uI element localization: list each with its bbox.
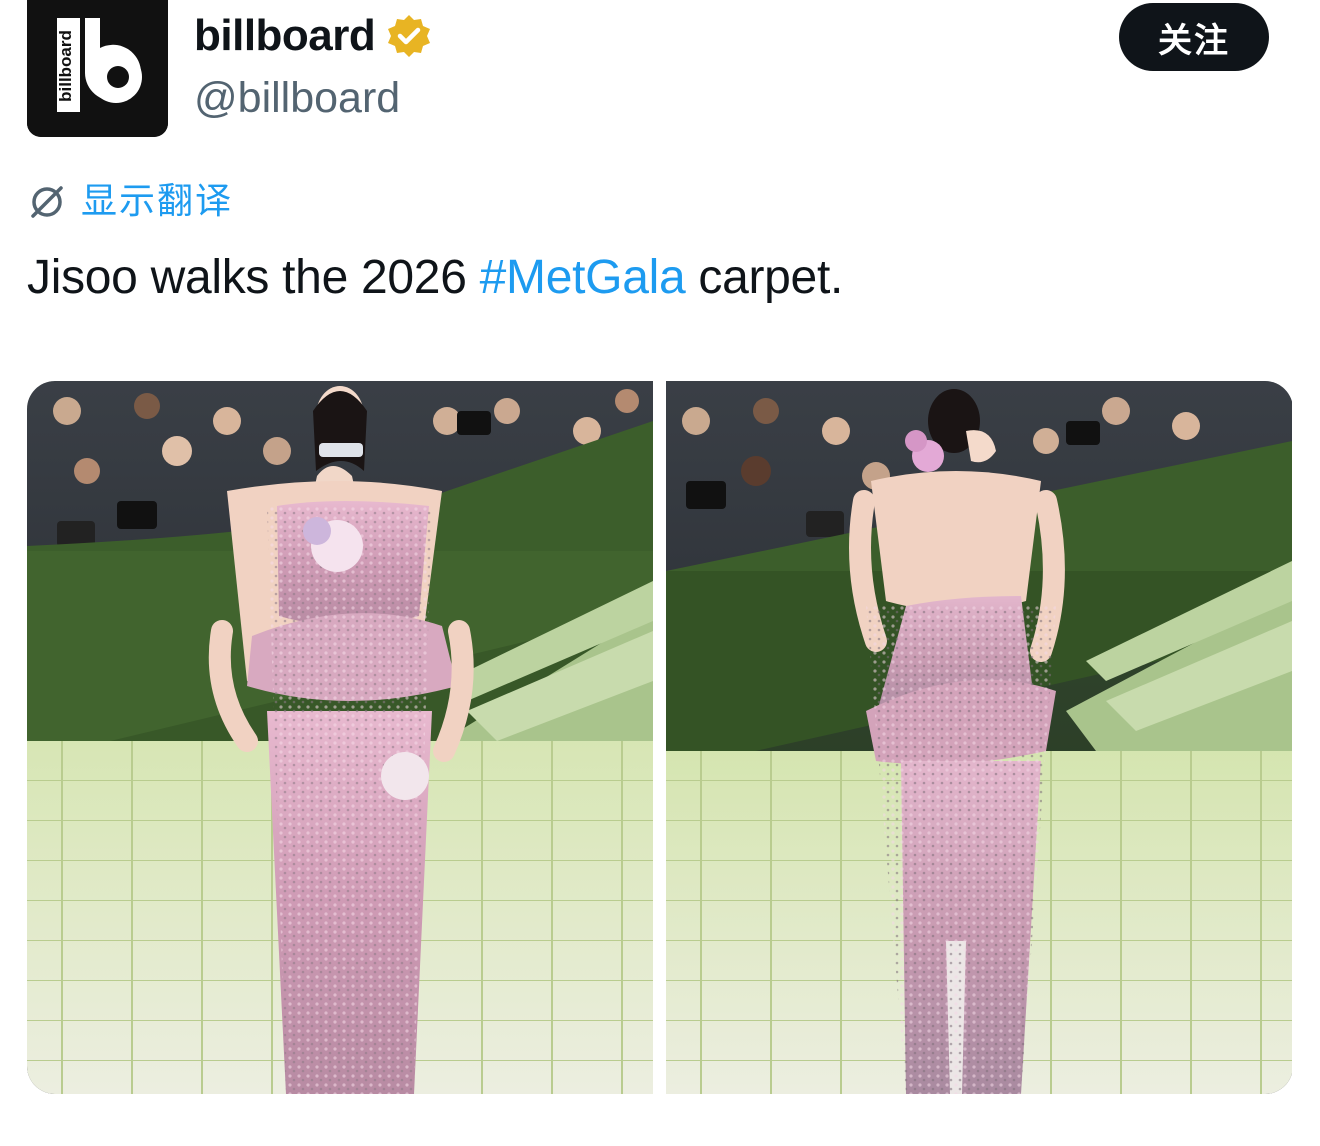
author-name-row: billboard: [194, 8, 433, 64]
author-avatar[interactable]: billboard: [27, 0, 168, 137]
media-photo-front[interactable]: [27, 381, 653, 1094]
author-display-name[interactable]: billboard: [194, 8, 376, 64]
svg-text:billboard: billboard: [56, 30, 75, 102]
billboard-logo-icon: billboard: [27, 0, 168, 137]
tweet-text-before: Jisoo walks the 2026: [27, 251, 480, 304]
hashtag-link[interactable]: #MetGala: [480, 251, 686, 304]
gown-front-photo: [27, 381, 653, 1094]
tweet-text: Jisoo walks the 2026 #MetGala carpet.: [27, 246, 843, 310]
gown-back-photo: [666, 381, 1292, 1094]
translate-icon: [31, 186, 63, 218]
tweet-media-grid: [27, 381, 1293, 1094]
show-translation-link[interactable]: 显示翻译: [27, 178, 233, 226]
author-handle[interactable]: @billboard: [194, 70, 400, 126]
media-photo-back[interactable]: [666, 381, 1292, 1094]
tweet-text-after: carpet.: [685, 251, 844, 304]
translate-label: 显示翻译: [81, 181, 234, 222]
verified-badge-icon: [385, 12, 433, 60]
follow-button[interactable]: 关注: [1119, 3, 1269, 71]
